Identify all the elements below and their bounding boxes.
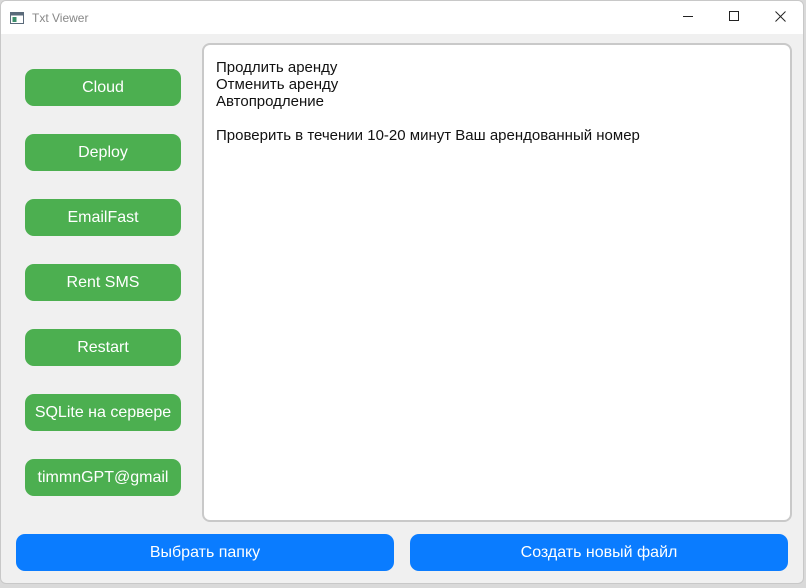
content-line: Проверить в течении 10-20 минут Ваш арен… [216,127,640,144]
sidebar-item-timmngpt[interactable]: timmnGPT@gmail [25,459,181,496]
file-content-viewer[interactable]: Продлить аренду Отменить аренду Автопрод… [202,43,792,522]
close-icon [774,9,786,27]
choose-folder-button[interactable]: Выбрать папку [16,534,394,571]
content-line: Автопродление [216,93,325,110]
maximize-icon [728,9,740,27]
sidebar-item-sqlite[interactable]: SQLite на сервере [25,394,181,431]
content-line [216,110,778,127]
minimize-button[interactable] [665,1,711,34]
content-line: Продлить аренду [216,59,338,76]
maximize-button[interactable] [711,1,757,34]
sidebar-item-cloud[interactable]: Cloud [25,69,181,106]
title-bar[interactable]: Txt Viewer [1,1,803,34]
sidebar-item-restart[interactable]: Restart [25,329,181,366]
app-window-icon [10,11,24,24]
window-title: Txt Viewer [32,11,89,25]
app-window: Txt Viewer Cloud Deploy EmailFast Rent S… [0,0,804,584]
content-line: Отменить аренду [216,76,339,93]
sidebar-item-deploy[interactable]: Deploy [25,134,181,171]
minimize-icon [682,9,694,27]
sidebar-item-emailfast[interactable]: EmailFast [25,199,181,236]
sidebar-item-rent-sms[interactable]: Rent SMS [25,264,181,301]
create-file-button[interactable]: Создать новый файл [410,534,788,571]
close-button[interactable] [757,1,803,34]
